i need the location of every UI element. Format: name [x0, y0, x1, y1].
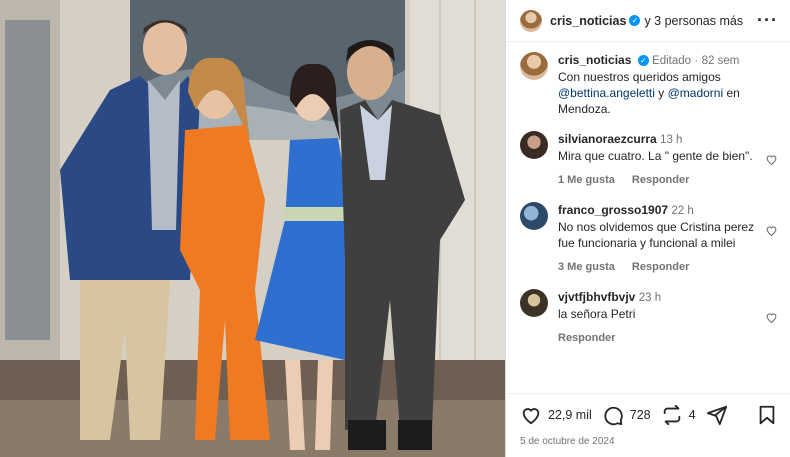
- comment-bubble-icon[interactable]: [602, 404, 624, 426]
- caption-separator: ·: [694, 55, 699, 67]
- comment-avatar[interactable]: [520, 202, 548, 230]
- post-side-panel: cris_noticias ✓ y 3 personas más ··· cri…: [505, 0, 790, 457]
- comment-item: franco_grosso1907 22 h No nos olvidemos …: [520, 202, 778, 275]
- caption-age: 82 sem: [701, 55, 740, 67]
- comment-text: la señora Petri: [558, 307, 636, 321]
- comment-username[interactable]: franco_grosso1907: [558, 203, 668, 217]
- caption-text-2: y: [658, 86, 665, 100]
- comments-count[interactable]: 728: [630, 408, 651, 422]
- caption-username[interactable]: cris_noticias: [558, 53, 631, 67]
- comment-avatar[interactable]: [520, 289, 548, 317]
- comment-item: silvianoraezcurra 13 h Mira que cuatro. …: [520, 131, 778, 188]
- verified-badge-icon: ✓: [637, 55, 649, 66]
- comment-item: vjvtfjbhvfbvjv 23 h la señora Petri Resp…: [520, 289, 778, 346]
- post-photo-illustration: [0, 0, 505, 457]
- caption-mention-2[interactable]: @madorni: [668, 86, 724, 100]
- comment-text: No nos olvidemos que Cristina perez fue …: [558, 220, 755, 250]
- comment-reply-button[interactable]: Responder: [632, 174, 689, 186]
- post-date: 5 de octubre de 2024: [520, 436, 615, 447]
- caption-item: cris_noticias ✓ Editado · 82 sem Con nue…: [520, 52, 778, 117]
- comment-reply-button[interactable]: Responder: [558, 332, 615, 344]
- heart-icon[interactable]: [520, 404, 542, 426]
- comment-like-heart-icon[interactable]: [765, 153, 778, 166]
- caption-mention-1[interactable]: @bettina.angeletti: [558, 86, 655, 100]
- comment-likes[interactable]: 3 Me gusta: [558, 261, 615, 273]
- comment-age: 13 h: [660, 134, 683, 146]
- caption-text-1: Con nuestros queridos amigos: [558, 70, 721, 84]
- post-header: cris_noticias ✓ y 3 personas más ···: [506, 0, 790, 42]
- collaborators-link[interactable]: y 3 personas más: [644, 14, 743, 28]
- repost-icon[interactable]: [661, 404, 683, 426]
- caption-edited: Editado: [652, 55, 692, 67]
- post-actions-bar: 22,9 mil 728 4 5 de octubre de 2024: [506, 393, 790, 457]
- comment-text: Mira que cuatro. La " gente de bien".: [558, 149, 753, 163]
- reposts-count[interactable]: 4: [689, 408, 696, 422]
- instagram-post-view: cris_noticias ✓ y 3 personas más ··· cri…: [0, 0, 790, 457]
- comment-username[interactable]: vjvtfjbhvfbvjv: [558, 290, 635, 304]
- comment-username[interactable]: silvianoraezcurra: [558, 132, 657, 146]
- comment-like-heart-icon[interactable]: [765, 311, 778, 324]
- caption-avatar[interactable]: [520, 52, 548, 80]
- likes-count[interactable]: 22,9 mil: [548, 408, 592, 422]
- comment-avatar[interactable]: [520, 131, 548, 159]
- comment-reply-button[interactable]: Responder: [632, 261, 689, 273]
- author-username[interactable]: cris_noticias: [550, 14, 626, 28]
- comment-age: 23 h: [638, 292, 662, 304]
- comment-likes[interactable]: 1 Me gusta: [558, 174, 615, 186]
- comments-list[interactable]: cris_noticias ✓ Editado · 82 sem Con nue…: [506, 42, 790, 393]
- post-photo[interactable]: [0, 0, 505, 457]
- comment-like-heart-icon[interactable]: [765, 224, 778, 237]
- send-icon[interactable]: [706, 404, 728, 426]
- bookmark-icon[interactable]: [756, 404, 778, 426]
- author-avatar[interactable]: [520, 9, 542, 32]
- verified-badge-icon: ✓: [629, 15, 641, 26]
- more-options-icon[interactable]: ···: [757, 10, 778, 31]
- comment-age: 22 h: [671, 205, 694, 217]
